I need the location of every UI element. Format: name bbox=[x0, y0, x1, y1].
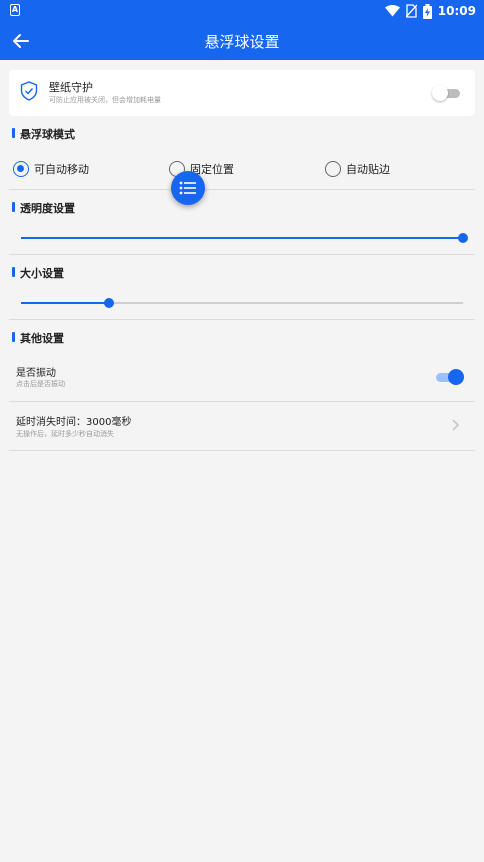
radio-auto-move[interactable]: 可自动移动 bbox=[13, 160, 89, 178]
divider bbox=[9, 189, 475, 190]
list-icon bbox=[179, 181, 196, 195]
divider bbox=[9, 319, 475, 320]
shield-check-icon bbox=[20, 81, 38, 101]
clock: 10:09 bbox=[437, 4, 476, 18]
divider bbox=[9, 254, 475, 255]
chevron-right-icon[interactable] bbox=[450, 418, 460, 432]
mode-section-title: 悬浮球模式 bbox=[12, 126, 75, 142]
wallpaper-guard-subtitle: 可防止应用被关闭，但会增加耗电量 bbox=[49, 96, 161, 104]
radio-auto-edge[interactable]: 自动贴边 bbox=[325, 160, 390, 178]
delay-subtitle: 无操作后，延时多少秒自动消失 bbox=[16, 430, 114, 438]
size-section-title: 大小设置 bbox=[12, 265, 64, 281]
slider-fill bbox=[21, 302, 110, 304]
opacity-section-title: 透明度设置 bbox=[12, 200, 75, 216]
status-icons: 10:09 bbox=[384, 2, 476, 20]
delay-title[interactable]: 延时消失时间：3000毫秒 bbox=[16, 413, 131, 428]
vibrate-toggle[interactable] bbox=[436, 368, 466, 386]
divider bbox=[9, 401, 475, 402]
wallpaper-guard-card: 壁纸守护 可防止应用被关闭，但会增加耗电量 bbox=[9, 70, 475, 116]
other-section-title: 其他设置 bbox=[12, 330, 64, 346]
wallpaper-guard-title: 壁纸守护 bbox=[49, 81, 93, 94]
slider-fill bbox=[21, 237, 463, 239]
toggle-thumb bbox=[448, 369, 464, 385]
toggle-thumb bbox=[432, 85, 448, 101]
page-title: 悬浮球设置 bbox=[204, 33, 280, 51]
app-badge-icon: A bbox=[10, 4, 20, 16]
vibrate-title: 是否振动 bbox=[16, 368, 56, 379]
wifi-icon bbox=[384, 5, 400, 17]
status-bar: A 10:09 bbox=[0, 0, 484, 22]
battery-charging-icon bbox=[422, 3, 432, 19]
size-slider[interactable] bbox=[21, 296, 463, 310]
wallpaper-guard-toggle[interactable] bbox=[432, 84, 460, 102]
opacity-slider[interactable] bbox=[21, 231, 468, 245]
slider-knob[interactable] bbox=[104, 298, 115, 308]
radio-button bbox=[325, 161, 341, 177]
radio-label: 自动贴边 bbox=[346, 163, 390, 176]
radio-label: 可自动移动 bbox=[34, 163, 89, 176]
app-bar: 悬浮球设置 bbox=[0, 22, 484, 60]
divider bbox=[9, 450, 475, 451]
no-sim-icon bbox=[405, 4, 417, 18]
floating-ball-button[interactable] bbox=[171, 171, 205, 205]
vibrate-subtitle: 点击后是否振动 bbox=[16, 380, 65, 388]
slider-knob[interactable] bbox=[458, 233, 468, 243]
radio-button-checked bbox=[13, 161, 29, 177]
